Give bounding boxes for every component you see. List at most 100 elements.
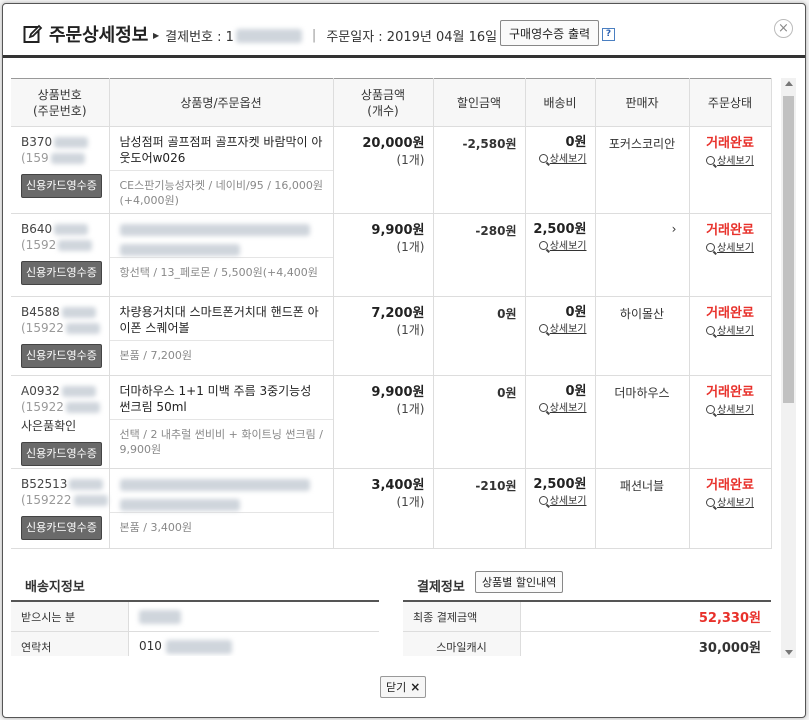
product-name[interactable]: 남성점퍼 골프점퍼 골프자켓 바람막이 아웃도어w026	[109, 127, 333, 171]
shipping-detail-link[interactable]: 상세보기	[526, 401, 587, 416]
smile-cash-value: 30,000원	[698, 641, 761, 656]
status-detail-link[interactable]: 상세보기	[690, 403, 771, 419]
discount-details-button[interactable]: 상품별 할인내역	[475, 571, 564, 593]
order-number: (15922	[21, 321, 64, 335]
product-number-cell: B640 (1592 신용카드영수증	[11, 213, 110, 297]
status-detail-link[interactable]: 상세보기	[690, 241, 771, 257]
scroll-down-icon[interactable]	[785, 650, 793, 655]
status-cell: 거래완료 상세보기	[688, 468, 772, 549]
total-value: 52,330원	[698, 611, 761, 626]
product-quantity: (1개)	[396, 323, 425, 337]
product-name[interactable]	[109, 214, 333, 258]
product-number: A0932	[21, 384, 60, 398]
status-cell: 거래완료상세보기	[688, 296, 772, 376]
recipient-value	[129, 609, 379, 624]
credit-card-receipt-button[interactable]: 신용카드영수증	[21, 344, 102, 368]
magnifier-icon	[706, 498, 716, 507]
contact-label: 연락처	[11, 632, 129, 656]
order-number: (15922	[21, 400, 64, 414]
payment-info-table: 최종 결제금액 52,330원 스마일캐시 30,000원	[403, 600, 771, 656]
seller-name[interactable]: 포커스코리안	[609, 137, 675, 151]
table-row: B370 (159 신용카드영수증 남성점퍼 골프점퍼 골프자켓 바람막이 아웃도어w…	[11, 126, 772, 214]
magnifier-icon	[706, 326, 716, 335]
payment-number-blurred	[235, 28, 302, 43]
seller-cell: 하이몰산	[594, 296, 690, 376]
shipping-info-title: 배송지정보	[25, 580, 85, 595]
seller-name[interactable]: 더마하우스	[614, 386, 669, 400]
shipping-fee: 0원	[565, 135, 587, 150]
table-row: B4588 (15922 신용카드영수증 차량용거치대 스마트폰거치대 핸드폰 아이폰…	[11, 296, 772, 376]
product-name[interactable]	[109, 469, 333, 513]
product-quantity: (1개)	[396, 240, 425, 254]
shipping-detail-link[interactable]: 상세보기	[526, 322, 587, 337]
product-option: 본품 / 3,400원	[119, 521, 193, 534]
header-shipping: 배송비	[524, 78, 596, 127]
seller-cell: ›	[594, 213, 690, 297]
product-number: B370	[21, 135, 53, 149]
shipping-cell: 2,500원 상세보기	[524, 213, 596, 297]
magnifier-icon	[706, 243, 716, 252]
price-cell: 9,900원 (1개)	[332, 213, 434, 297]
magnifier-icon	[538, 496, 548, 505]
credit-card-receipt-button[interactable]: 신용카드영수증	[21, 174, 102, 198]
scrollbar-thumb[interactable]	[783, 96, 794, 403]
header-product-number: 상품번호 (주문번호)	[11, 78, 110, 127]
magnifier-icon	[538, 241, 548, 250]
product-name-cell: 본품 / 3,400원	[108, 468, 334, 549]
shipping-cell: 0원상세보기	[524, 296, 596, 376]
discount-amount: -2,580원	[462, 137, 517, 151]
scroll-up-icon[interactable]	[785, 81, 793, 86]
product-quantity: (1개)	[396, 153, 425, 167]
header-product-name: 상품명/주문옵션	[108, 78, 334, 127]
seller-cell: 더마하우스	[594, 375, 690, 469]
product-name[interactable]: 차량용거치대 스마트폰거치대 핸드폰 아이폰 스퀘어볼	[109, 297, 333, 341]
scrollbar[interactable]	[781, 78, 796, 658]
total-label: 최종 결제금액	[403, 602, 521, 631]
order-status: 거래완료	[706, 136, 754, 151]
product-number-cell: A0932 (15922 사은품확인신용카드영수증	[11, 375, 110, 469]
status-detail-link[interactable]: 상세보기	[690, 324, 771, 340]
help-icon[interactable]: ?	[602, 28, 615, 41]
credit-card-receipt-button[interactable]: 신용카드영수증	[21, 261, 102, 285]
product-quantity: (1개)	[396, 495, 425, 509]
shipping-info-table: 받으시는 분 연락처 010	[11, 600, 379, 656]
product-quantity: (1개)	[396, 402, 425, 416]
edit-icon	[23, 24, 43, 43]
header-status: 주문상태	[688, 78, 772, 127]
order-status: 거래완료	[706, 306, 754, 321]
credit-card-receipt-button[interactable]: 신용카드영수증	[21, 516, 102, 540]
credit-card-receipt-button[interactable]: 신용카드영수증	[21, 442, 102, 466]
shipping-detail-link[interactable]: 상세보기	[526, 494, 587, 509]
magnifier-icon	[538, 324, 548, 333]
status-detail-link[interactable]: 상세보기	[690, 154, 771, 170]
table-row: B640 (1592 신용카드영수증 항선택 / 13_페로몬 / 5,500원(+4…	[11, 213, 772, 297]
seller-name[interactable]: 패션너블	[620, 479, 664, 493]
modal-scroll-area[interactable]: 상품번호 (주문번호) 상품명/주문옵션 상품금액 (개수) 할인금액 배송비 판매…	[11, 76, 797, 656]
product-name-cell: 남성점퍼 골프점퍼 골프자켓 바람막이 아웃도어w026 CE스판기능성자켓 / …	[108, 126, 334, 214]
gift-check-link[interactable]: 사은품확인	[21, 418, 109, 434]
shipping-detail-link[interactable]: 상세보기	[526, 239, 587, 254]
status-detail-link[interactable]: 상세보기	[690, 496, 771, 512]
magnifier-icon	[538, 154, 548, 163]
payment-info-title: 결제정보	[417, 580, 465, 595]
close-button[interactable]: 닫기 ×	[380, 676, 427, 698]
magnifier-icon	[538, 403, 548, 412]
shipping-fee: 2,500원	[533, 477, 587, 492]
print-receipt-button[interactable]: 구매영수증 출력	[500, 20, 600, 46]
discount-amount: -210원	[475, 479, 517, 493]
discount-cell: -210원	[432, 468, 526, 549]
smile-cash-label: 스마일캐시	[403, 632, 521, 656]
product-price: 7,200원	[371, 306, 425, 321]
contact-value: 010	[129, 639, 379, 654]
status-cell: 거래완료상세보기	[688, 213, 772, 297]
shipping-cell: 0원 상세보기	[524, 375, 596, 469]
order-number: (159	[21, 151, 49, 165]
product-name[interactable]: 더마하우스 1+1 미백 주름 3중기능성 썬크림 50ml	[109, 376, 333, 420]
close-icon[interactable]: ×	[774, 19, 793, 38]
status-cell: 거래완료 상세보기	[688, 375, 772, 469]
seller-name[interactable]: 하이몰산	[620, 307, 664, 321]
shipping-detail-link[interactable]: 상세보기	[526, 152, 587, 167]
product-number-cell: B370 (159 신용카드영수증	[11, 126, 110, 214]
order-status: 거래완료	[706, 223, 754, 238]
shipping-fee: 0원	[565, 305, 587, 320]
